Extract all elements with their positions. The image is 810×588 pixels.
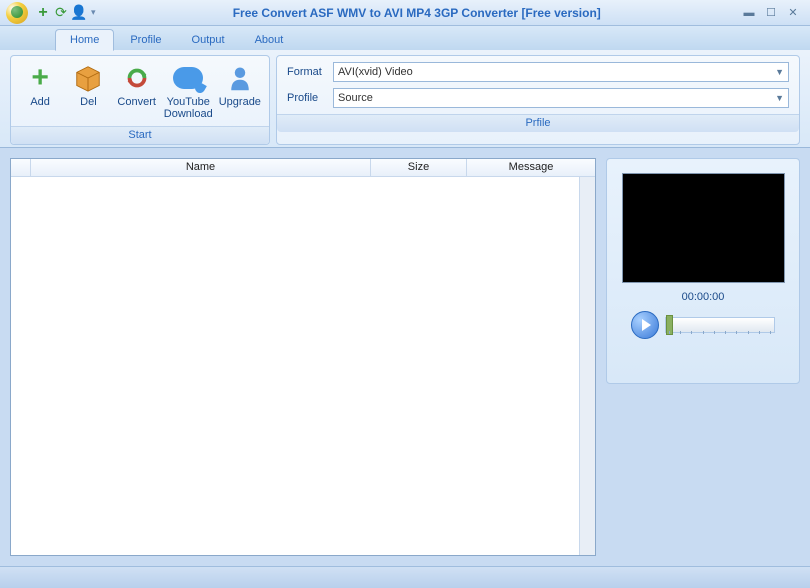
box-icon <box>72 62 104 94</box>
speech-bubble-icon <box>172 62 204 94</box>
profile-combo[interactable]: Source ▼ <box>333 88 789 108</box>
play-button[interactable] <box>631 311 659 339</box>
col-check[interactable] <box>11 159 31 176</box>
format-label: Format <box>287 66 327 78</box>
tab-home[interactable]: Home <box>55 29 114 51</box>
plus-icon: + <box>24 62 56 94</box>
close-button[interactable]: ✕ <box>784 6 802 20</box>
convert-icon <box>121 62 153 94</box>
plus-icon: + <box>38 4 47 22</box>
preview-panel: 00:00:00 <box>606 158 800 384</box>
chevron-down-icon: ▼ <box>775 93 784 103</box>
quick-add-button[interactable]: + <box>35 5 51 21</box>
titlebar: + ⟳ 👤 ▾ Free Convert ASF WMV to AVI MP4 … <box>0 0 810 26</box>
refresh-icon: ⟳ <box>55 4 67 21</box>
profile-value: Source <box>338 92 373 104</box>
add-label: Add <box>30 96 50 108</box>
youtube-download-button[interactable]: YouTube Download <box>162 60 215 122</box>
list-body <box>11 177 579 555</box>
format-value: AVI(xvid) Video <box>338 66 413 78</box>
start-group-label: Start <box>11 126 269 144</box>
minimize-button[interactable]: ▬ <box>740 6 758 20</box>
quick-refresh-button[interactable]: ⟳ <box>53 5 69 21</box>
list-header: Name Size Message <box>11 159 595 177</box>
youtube-label: YouTube Download <box>164 96 213 120</box>
ribbon-group-profile: Format AVI(xvid) Video ▼ Profile Source … <box>276 55 800 145</box>
profile-group-label: Prfile <box>277 114 799 132</box>
seek-slider[interactable] <box>665 317 775 333</box>
format-combo[interactable]: AVI(xvid) Video ▼ <box>333 62 789 82</box>
ribbon: + Add Del Convert YouTube Download <box>0 50 810 148</box>
ribbon-tabbar: Home Profile Output About <box>0 26 810 50</box>
vertical-scrollbar[interactable] <box>579 177 595 555</box>
convert-label: Convert <box>117 96 156 108</box>
col-message[interactable]: Message <box>467 159 595 176</box>
tab-output[interactable]: Output <box>178 30 239 50</box>
del-button[interactable]: Del <box>65 60 111 122</box>
convert-button[interactable]: Convert <box>114 60 160 122</box>
profile-label: Profile <box>287 92 327 104</box>
tab-profile[interactable]: Profile <box>116 30 175 50</box>
statusbar <box>0 566 810 588</box>
col-size[interactable]: Size <box>371 159 467 176</box>
upgrade-label: Upgrade <box>219 96 261 108</box>
chevron-down-icon: ▼ <box>775 67 784 77</box>
video-preview <box>622 173 785 283</box>
timecode: 00:00:00 <box>682 291 725 303</box>
person-icon: 👤 <box>70 4 87 21</box>
quick-user-button[interactable]: 👤 <box>71 5 87 21</box>
person-icon <box>224 62 256 94</box>
ribbon-group-start: + Add Del Convert YouTube Download <box>10 55 270 145</box>
play-icon <box>642 319 651 331</box>
upgrade-button[interactable]: Upgrade <box>217 60 263 122</box>
maximize-button[interactable]: ☐ <box>762 6 780 20</box>
tab-about[interactable]: About <box>241 30 298 50</box>
main-area: Name Size Message 00:00:00 <box>0 148 810 566</box>
app-logo-icon <box>6 2 28 24</box>
window-title: Free Convert ASF WMV to AVI MP4 3GP Conv… <box>96 6 738 20</box>
add-button[interactable]: + Add <box>17 60 63 122</box>
file-list: Name Size Message <box>10 158 596 556</box>
col-name[interactable]: Name <box>31 159 371 176</box>
del-label: Del <box>80 96 97 108</box>
